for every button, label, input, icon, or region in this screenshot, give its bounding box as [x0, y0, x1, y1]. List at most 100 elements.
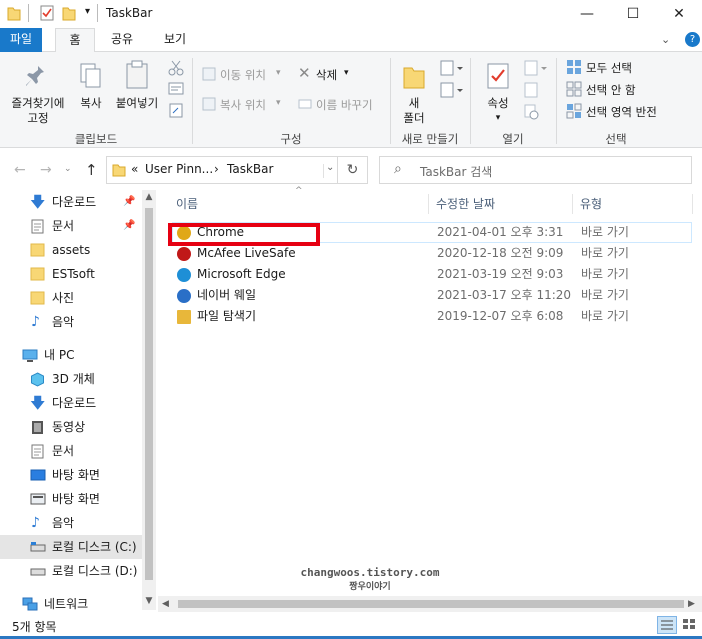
paste-button[interactable]: 붙여넣기	[112, 56, 162, 126]
address-dropdown-icon[interactable]: ⌄	[326, 162, 334, 173]
nav-scrollbar[interactable]: ▲ ▼	[142, 190, 156, 610]
tab-home[interactable]: 홈	[55, 28, 95, 53]
paste-shortcut-icon[interactable]	[168, 102, 184, 118]
history-icon[interactable]	[524, 104, 540, 120]
address-bar[interactable]: « User Pinn... › TaskBar ⌄	[106, 156, 368, 184]
nav-scrollbar-thumb[interactable]	[145, 208, 153, 580]
invert-selection-button[interactable]: 선택 영역 반전	[564, 102, 694, 120]
nav-item-3d-objects[interactable]: 3D 개체	[0, 367, 142, 391]
document-icon	[31, 444, 44, 459]
nav-label: 내 PC	[44, 348, 75, 362]
select-all-label: 모두 선택	[586, 61, 632, 75]
file-name: McAfee LiveSafe	[197, 246, 296, 260]
select-none-button[interactable]: 선택 안 함	[564, 80, 684, 98]
new-folder-quick-icon[interactable]	[62, 5, 76, 21]
nav-item-music-quick[interactable]: ♪ 음악	[0, 310, 142, 334]
file-row[interactable]: 파일 탐색기 2019-12-07 오후 6:08 바로 가기	[172, 306, 692, 327]
file-name: 네이버 웨일	[197, 288, 257, 302]
nav-item-documents[interactable]: 문서	[0, 439, 142, 463]
new-item-icon[interactable]	[440, 60, 464, 76]
pin-to-quick-access-button[interactable]: 즐겨찾기에 고정	[2, 56, 66, 126]
minimize-button[interactable]: —	[564, 0, 610, 28]
nav-label: assets	[52, 243, 91, 257]
move-to-button[interactable]: 이동 위치 ▾	[200, 66, 290, 84]
search-box[interactable]: ⌕ TaskBar 검색	[379, 156, 692, 184]
nav-item-downloads-quick[interactable]: 🡇 다운로드 📌	[0, 190, 142, 214]
video-icon	[32, 421, 43, 434]
up-arrow-icon[interactable]: ↑	[85, 161, 98, 179]
search-icon: ⌕	[394, 161, 402, 177]
recent-locations-icon[interactable]: ⌄	[64, 164, 72, 174]
nav-item-documents-quick[interactable]: 문서 📌	[0, 214, 142, 238]
close-button[interactable]: ✕	[656, 0, 702, 28]
copy-to-icon	[202, 97, 216, 111]
tab-share[interactable]: 공유	[102, 28, 142, 52]
select-all-icon	[567, 60, 581, 74]
horizontal-scrollbar[interactable]: ◀ ▶	[158, 596, 702, 612]
copy-to-button[interactable]: 복사 위치 ▾	[200, 96, 290, 114]
copy-button[interactable]: 복사	[74, 56, 108, 126]
scroll-down-icon[interactable]: ▼	[142, 596, 156, 606]
scroll-right-icon[interactable]: ▶	[688, 599, 695, 609]
help-icon[interactable]: ?	[685, 32, 700, 47]
breadcrumb-overflow[interactable]: «	[131, 162, 138, 176]
quick-access-dropdown-icon[interactable]: ▾	[85, 6, 90, 17]
column-header-type[interactable]: 유형	[576, 192, 696, 216]
breadcrumb-user-pinned[interactable]: User Pinn...	[145, 162, 213, 176]
new-folder-button[interactable]: 새 폴더	[396, 56, 432, 128]
nav-item-estsoft[interactable]: ESTsoft	[0, 262, 142, 286]
file-row[interactable]: 네이버 웨일 2021-03-17 오후 11:20 바로 가기	[172, 285, 692, 306]
file-date: 2020-12-18 오전 9:09	[437, 246, 564, 260]
large-icons-view-button[interactable]	[680, 616, 700, 634]
nav-item-pictures[interactable]: 사진	[0, 286, 142, 310]
refresh-button[interactable]: ↻	[337, 156, 368, 184]
tab-view[interactable]: 보기	[154, 28, 196, 52]
nav-label: 다운로드	[52, 195, 97, 209]
new-group-label: 새로 만들기	[401, 132, 459, 146]
nav-label: 바탕 화면	[52, 468, 100, 482]
edit-icon[interactable]	[524, 82, 540, 98]
file-type: 바로 가기	[581, 267, 629, 281]
ribbon-collapse-icon[interactable]: ⌄	[661, 33, 670, 46]
delete-button[interactable]: ✕ 삭제 ▾	[296, 64, 360, 84]
nav-item-downloads[interactable]: 🡇 다운로드	[0, 391, 142, 415]
easy-access-icon[interactable]	[440, 82, 464, 98]
folder-icon	[30, 267, 45, 281]
file-row[interactable]: Microsoft Edge 2021-03-19 오전 9:03 바로 가기	[172, 264, 692, 285]
column-header-modified[interactable]: 수정한 날짜	[432, 192, 572, 216]
column-header-name[interactable]: 이름	[172, 192, 428, 216]
nav-item-this-pc[interactable]: 내 PC	[0, 343, 142, 367]
details-view-button[interactable]	[657, 616, 677, 634]
open-icon[interactable]	[524, 60, 548, 76]
rename-button[interactable]: 이름 바꾸기	[296, 96, 386, 114]
nav-item-videos[interactable]: 동영상	[0, 415, 142, 439]
3d-objects-icon	[31, 372, 44, 387]
file-type: 바로 가기	[581, 288, 629, 302]
nav-item-local-disk-c[interactable]: 로컬 디스크 (C:)	[0, 535, 142, 559]
properties-button[interactable]: 속성 ▾	[478, 56, 518, 128]
nav-label: 음악	[52, 516, 75, 530]
scroll-up-icon[interactable]: ▲	[142, 192, 156, 202]
maximize-button[interactable]: ☐	[610, 0, 656, 28]
file-row[interactable]: McAfee LiveSafe 2020-12-18 오전 9:09 바로 가기	[172, 243, 692, 264]
breadcrumb-separator: ›	[214, 162, 219, 176]
select-all-button[interactable]: 모두 선택	[564, 58, 684, 76]
select-group-label: 선택	[605, 132, 627, 146]
properties-quick-icon[interactable]	[40, 5, 54, 21]
forward-arrow-icon[interactable]: →	[40, 162, 52, 178]
nav-item-music[interactable]: ♪ 음악	[0, 511, 142, 535]
cut-icon[interactable]	[168, 60, 184, 76]
scroll-left-icon[interactable]: ◀	[162, 599, 169, 609]
properties-label: 속성	[487, 96, 509, 110]
copy-path-icon[interactable]	[168, 82, 184, 96]
breadcrumb-taskbar[interactable]: TaskBar	[227, 162, 273, 176]
music-note-icon: ♪	[31, 314, 40, 330]
copy-icon	[80, 63, 101, 88]
nav-item-desktop[interactable]: 바탕 화면	[0, 463, 142, 487]
nav-item-desktop-2[interactable]: 바탕 화면	[0, 487, 142, 511]
nav-item-assets[interactable]: assets	[0, 238, 142, 262]
nav-item-local-disk-d[interactable]: 로컬 디스크 (D:)	[0, 559, 142, 583]
back-arrow-icon[interactable]: ←	[14, 162, 26, 178]
tab-file[interactable]: 파일	[0, 28, 42, 52]
horizontal-scrollbar-thumb[interactable]	[178, 600, 684, 608]
